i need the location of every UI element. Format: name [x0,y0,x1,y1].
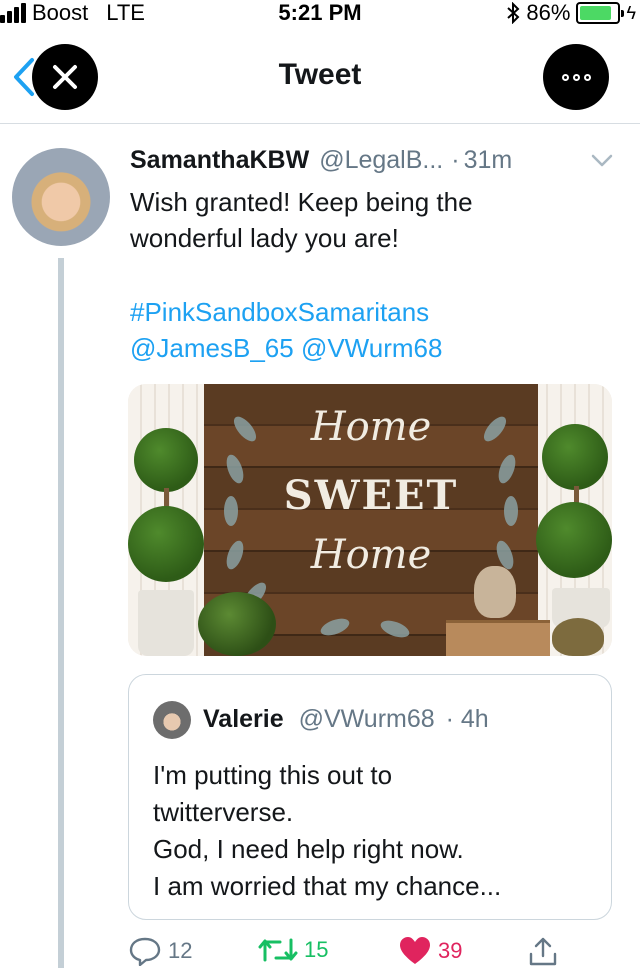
chevron-down-icon[interactable] [590,152,614,170]
author-avatar[interactable] [12,148,110,246]
quoted-author-avatar [153,701,191,739]
mention-link[interactable]: @JamesB_65 [130,333,294,363]
topiary-ball [542,424,608,490]
heart-icon [400,937,430,964]
quoted-tweet-time: · 4h [445,705,489,733]
author-handle[interactable]: @LegalB... [319,146,443,175]
quoted-tweet[interactable]: Valerie @VWurm68 · 4h I'm putting this o… [128,674,612,920]
more-dot-icon [572,73,580,81]
bird-nest [552,618,604,656]
mention-link[interactable]: @VWurm68 [301,333,443,363]
like-button[interactable]: 39 [398,936,462,966]
tweet-text: Wish granted! Keep being the wonderful l… [130,184,610,256]
more-dot-icon [561,73,569,81]
bluetooth-icon [507,2,520,24]
quoted-author-handle: @VWurm68 [298,705,435,733]
quoted-author-name: Valerie [203,705,284,733]
sign-text-sweet: SWEET [283,472,459,519]
battery-icon [576,2,625,24]
battery-fill [580,6,612,20]
thread-line [58,258,64,968]
separator-dot: · [451,146,460,174]
quoted-tweet-text: I'm putting this out to twitterverse. Go… [153,757,593,905]
owl-figurine [474,566,516,618]
hashtag-link[interactable]: #PinkSandboxSamaritans [130,294,442,330]
quoted-tweet-header: Valerie @VWurm68 · 4h [203,705,489,734]
author-name[interactable]: SamanthaKBW [130,146,309,175]
tweet-image[interactable]: Home SWEET Home [128,384,612,656]
battery-percent: 86% [526,0,571,25]
header: Tweet [0,38,640,124]
sign-text-home: Home [310,404,432,450]
retweet-button[interactable]: 15 [258,936,328,964]
tweet-time: 31m [463,146,513,174]
like-count: 39 [438,938,463,963]
wooden-crate [446,620,550,656]
charging-icon: ϟ [626,2,636,23]
tweet-links: #PinkSandboxSamaritans @JamesB_65 @VWurm… [130,294,442,366]
tweet-text-line: wonderful lady you are! [130,223,399,253]
quoted-text-line: I am worried that my chance... [153,871,502,901]
topiary-ball [536,502,612,578]
share-button[interactable] [528,936,558,966]
retweet-icon [258,938,298,962]
more-options-button[interactable] [543,44,609,110]
reply-button[interactable]: 12 [128,936,192,966]
plant-pot [138,590,194,656]
tweet-text-line: Wish granted! Keep being the [130,187,473,217]
reply-icon [129,937,161,966]
status-bar: Boost LTE 5:21 PM 86% ϟ [0,0,640,26]
mentions-line: @JamesB_65 @VWurm68 [130,330,442,366]
share-icon [529,937,557,966]
topiary-ball [134,428,198,492]
reply-count: 12 [168,938,193,963]
status-right: 86% ϟ [506,0,636,26]
quoted-text-line: twitterverse. [153,797,294,827]
tweet-actions: 12 15 39 [128,936,612,968]
tweet-header: SamanthaKBW @LegalB... · 31m [130,146,512,175]
topiary-ball [128,506,204,582]
more-dot-icon [583,73,591,81]
retweet-count: 15 [304,937,329,962]
quoted-text-line: God, I need help right now. [153,834,464,864]
moss-ball [198,592,276,656]
quoted-text-line: I'm putting this out to [153,760,393,790]
